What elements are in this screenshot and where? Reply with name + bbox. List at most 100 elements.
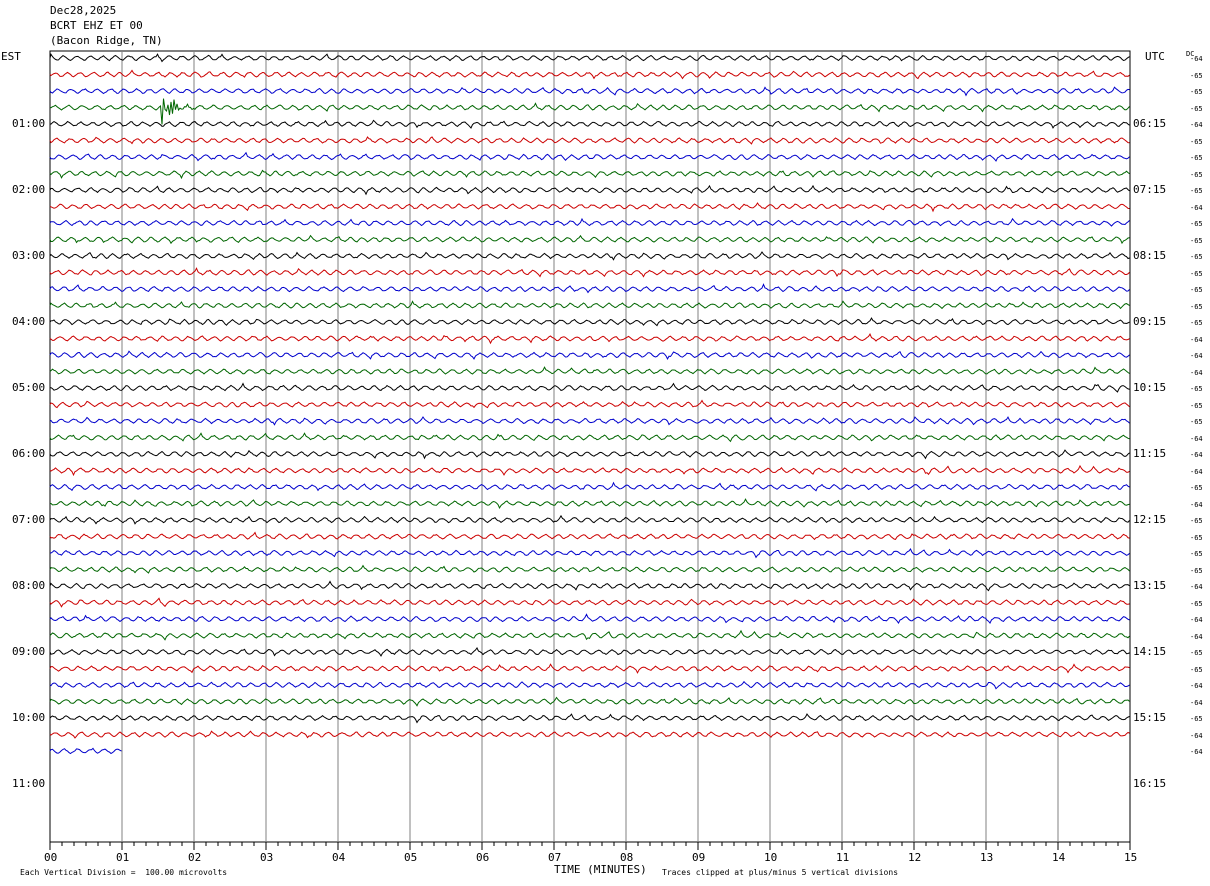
dc-offset-label: -65 xyxy=(1190,484,1203,492)
x-tick-label: 10 xyxy=(764,851,778,864)
dc-offset-label: -65 xyxy=(1190,418,1203,426)
x-tick-label: 14 xyxy=(1052,851,1066,864)
seismic-trace xyxy=(49,696,1130,707)
dc-offset-label: -64 xyxy=(1190,616,1203,624)
est-hour-label: 09:00 xyxy=(12,645,46,658)
dc-offset-label: -64 xyxy=(1190,731,1203,740)
dc-offset-label: -65 xyxy=(1190,286,1203,294)
seismic-trace xyxy=(49,69,1130,80)
utc-hour-label: 11:15 xyxy=(1133,447,1167,460)
seismic-trace xyxy=(49,747,122,755)
est-hour-label: 03:00 xyxy=(12,249,46,262)
helicorder-plot xyxy=(49,50,1131,850)
dc-offset-label: -64 xyxy=(1190,121,1203,129)
est-hour-label: 10:00 xyxy=(12,711,46,724)
seismic-trace xyxy=(49,680,1130,690)
est-hour-label: 02:00 xyxy=(12,183,46,196)
dc-offset-label: -64 xyxy=(1190,467,1203,476)
dc-offset-label: -65 xyxy=(1190,220,1203,228)
seismic-trace xyxy=(49,317,1130,327)
x-tick-label: 06 xyxy=(476,851,490,864)
seismic-trace xyxy=(49,53,1130,63)
x-tick-label: 04 xyxy=(332,851,346,864)
seismic-trace xyxy=(49,730,1130,739)
dc-offset-label: -65 xyxy=(1190,236,1203,245)
seismic-trace xyxy=(49,151,1130,162)
dc-offset-label: -65 xyxy=(1190,319,1203,327)
seismic-trace xyxy=(49,283,1130,294)
seismic-trace xyxy=(49,382,1130,393)
seismic-trace xyxy=(49,202,1130,213)
seismic-trace xyxy=(49,98,1130,125)
seismic-trace xyxy=(49,267,1130,278)
seismic-trace xyxy=(49,251,1130,261)
seismic-trace xyxy=(49,86,1130,97)
seismic-trace xyxy=(49,647,1130,657)
dc-offset-label: -65 xyxy=(1190,88,1203,96)
utc-hour-label: 07:15 xyxy=(1133,183,1167,196)
dc-offset-label: -64 xyxy=(1190,583,1203,591)
seismic-trace xyxy=(49,629,1130,641)
seismic-trace xyxy=(49,464,1130,477)
seismic-trace xyxy=(49,531,1130,541)
seismic-trace xyxy=(49,416,1130,426)
est-hour-label: 04:00 xyxy=(12,315,46,328)
seismic-trace xyxy=(49,663,1130,674)
utc-hour-label: 08:15 xyxy=(1133,249,1167,262)
footer-clip-note: Traces clipped at plus/minus 5 vertical … xyxy=(662,868,899,877)
dc-offset-label: -65 xyxy=(1190,104,1203,113)
seismic-trace xyxy=(49,234,1130,245)
plot-frame xyxy=(49,50,1131,843)
seismic-trace xyxy=(49,366,1130,375)
est-hour-label: 07:00 xyxy=(12,513,46,526)
dc-offset-label: -65 xyxy=(1190,269,1203,278)
seismic-trace xyxy=(49,580,1130,592)
x-tick-label: 02 xyxy=(188,851,202,864)
x-tick-label: 00 xyxy=(44,851,58,864)
dc-offset-label: -65 xyxy=(1190,187,1203,195)
utc-hour-label: 13:15 xyxy=(1133,579,1167,592)
dc-offset-label: -65 xyxy=(1190,137,1203,146)
dc-offset-label: -65 xyxy=(1190,566,1203,575)
seismic-trace xyxy=(49,350,1130,360)
seismic-trace xyxy=(49,564,1130,574)
x-tick-label: 09 xyxy=(692,851,706,864)
dc-offset-label: -64 xyxy=(1190,368,1203,377)
seismic-trace xyxy=(50,548,1130,559)
dc-offset-label: -65 xyxy=(1190,649,1203,657)
est-hour-label: 05:00 xyxy=(12,381,46,394)
seismic-trace xyxy=(49,399,1130,409)
dc-offset-label: -64 xyxy=(1190,55,1203,63)
seismic-trace xyxy=(49,300,1130,310)
utc-hour-label: 10:15 xyxy=(1133,381,1167,394)
seismic-trace xyxy=(50,498,1130,509)
dc-offset-label: -65 xyxy=(1190,715,1203,723)
dc-offset-label: -64 xyxy=(1190,698,1203,707)
dc-offset-label: -65 xyxy=(1190,517,1203,525)
seismic-trace xyxy=(49,217,1130,227)
x-tick-label: 05 xyxy=(404,851,418,864)
seismic-trace xyxy=(49,333,1130,345)
est-hour-label: 11:00 xyxy=(12,777,46,790)
dc-offset-label: -65 xyxy=(1190,302,1203,311)
x-tick-label: 15 xyxy=(1124,851,1138,864)
x-tick-label: 12 xyxy=(908,851,922,864)
seismic-trace xyxy=(49,514,1130,525)
dc-offset-label: -65 xyxy=(1190,550,1203,558)
dc-offset-label: -64 xyxy=(1190,632,1203,641)
dc-offset-label: -64 xyxy=(1190,434,1203,443)
dc-offset-label: -65 xyxy=(1190,533,1203,542)
dc-offset-label: -64 xyxy=(1190,682,1203,690)
dc-offset-label: -65 xyxy=(1190,154,1203,162)
est-hour-label: 06:00 xyxy=(12,447,46,460)
dc-offset-label: -64 xyxy=(1190,451,1203,459)
seismic-trace xyxy=(49,432,1130,443)
seismic-trace xyxy=(49,597,1130,608)
dc-offset-label: -64 xyxy=(1190,352,1203,360)
utc-hour-label: 12:15 xyxy=(1133,513,1167,526)
dc-offset-label: -65 xyxy=(1190,665,1203,674)
seismic-trace xyxy=(49,713,1130,724)
seismic-trace xyxy=(49,119,1130,129)
dc-offset-label: -65 xyxy=(1190,599,1203,608)
dc-offset-label: -64 xyxy=(1190,500,1203,509)
